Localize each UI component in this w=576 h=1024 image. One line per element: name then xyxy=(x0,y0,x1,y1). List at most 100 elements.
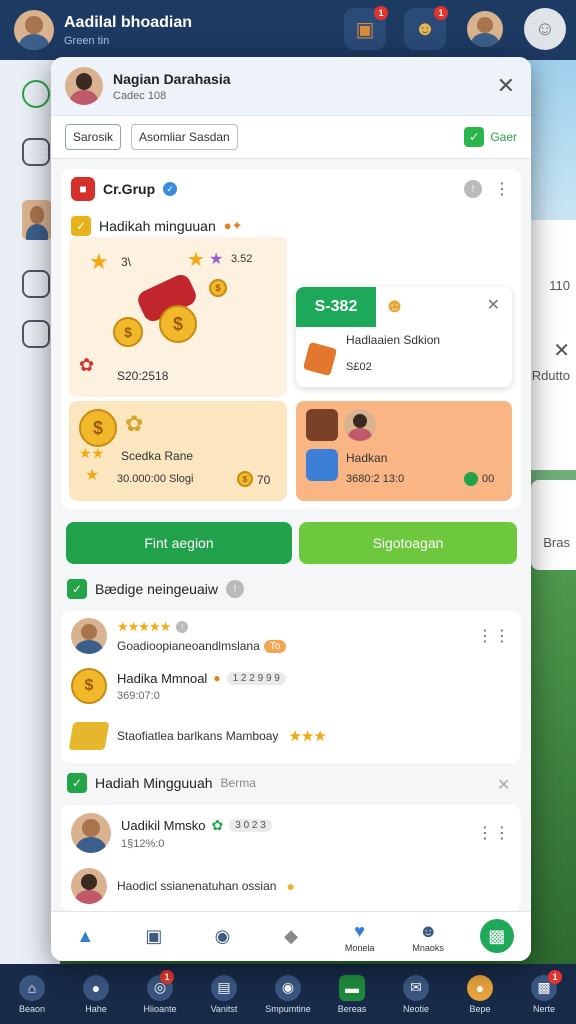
top-bar: Aadilal bhoadian Green tin ▣ 1 ☻ 1 ☺ xyxy=(0,0,576,60)
chest-button[interactable]: ▣ 1 xyxy=(344,6,388,50)
close-icon[interactable]: ✕ xyxy=(553,338,570,363)
friend-avatar-button[interactable] xyxy=(464,8,506,50)
coin-icon: $ xyxy=(113,317,143,347)
nav-item-4[interactable]: ◉ Smpumtine xyxy=(256,964,320,1024)
coin-icon: $ xyxy=(237,471,253,487)
right-label-2: Bras xyxy=(543,535,570,550)
section-2-card: ★★★★★ ! Goadioopianeoandlmslana To ⋮⋮ $ … xyxy=(61,611,521,763)
share-button[interactable]: Sigotoagan xyxy=(299,522,517,564)
list-item-text: Goadioopianeoandlmslana xyxy=(117,639,260,653)
list-item-text-row: Goadioopianeoandlmslana To xyxy=(117,639,287,653)
group-card: ■ Cr.Grup ✓ ! ⋮ ✓ Hadikah minguuan ●✦ ★ … xyxy=(61,169,521,509)
user-info: Aadilal bhoadian Green tin xyxy=(64,14,192,47)
nav-item-1[interactable]: ● Hahe xyxy=(64,964,128,1024)
reward-card-gold[interactable]: $ ✿ Scedka Rane ★★ ★ 30.000:00 Slogi $ 7… xyxy=(69,401,287,501)
ticket-icon: ▬ xyxy=(339,974,365,1001)
star-icon: ★ xyxy=(209,251,224,268)
nav-item-8[interactable]: ▩ Nerte 1 xyxy=(512,964,576,1024)
share-link[interactable]: ✓ Gaer xyxy=(464,127,517,147)
list-item-body: Uadikil Mmsko ✿ 3 0 2 3 1§12%:0 xyxy=(121,817,272,850)
filter-chip-1[interactable]: Sarosik xyxy=(65,124,122,150)
tab-1[interactable]: ▣ xyxy=(120,912,189,961)
nav-item-3[interactable]: ▤ Vanitst xyxy=(192,964,256,1024)
close-icon[interactable]: ✕ xyxy=(487,295,500,315)
modal-user-name: Nagian Darahasia xyxy=(113,70,231,87)
reward-big-mid: 3\ xyxy=(121,255,132,269)
notification-badge: 1 xyxy=(548,970,562,984)
share-link-label: Gaer xyxy=(490,130,517,144)
tab-2[interactable]: ◉ xyxy=(188,912,257,961)
bow-icon: ✿ xyxy=(79,355,95,375)
tab-5[interactable]: ☻ Mnaoks xyxy=(394,912,463,961)
reward-big-topright: 3.52 xyxy=(231,253,253,265)
list-item-pill: 1 2 2 9 9 9 xyxy=(226,671,286,685)
list-item-body: Hadika Mmnoal ● 1 2 2 9 9 9 369:07:0 xyxy=(117,671,286,702)
close-icon[interactable]: ✕ xyxy=(497,73,515,99)
modal-tab-bar: ▲ ▣ ◉ ◆ ♥ Monela ☻ Mnaoks ▩ xyxy=(51,911,531,961)
list-item[interactable]: Staofiatlea barlkans Mamboay ★★★ xyxy=(61,711,521,761)
tab-4[interactable]: ♥ Monela xyxy=(325,912,394,961)
nav-item-5[interactable]: ▬ Bereas xyxy=(320,964,384,1024)
info-icon[interactable]: ! xyxy=(464,180,482,198)
section-3-sub: Berma xyxy=(220,776,256,790)
clover-icon: ✿ xyxy=(125,411,144,436)
list-item-body: ★★★★★ ! Goadioopianeoandlmslana To xyxy=(117,619,287,653)
list-item[interactable]: $ Hadika Mmnoal ● 1 2 2 9 9 9 369:07:0 xyxy=(61,661,521,711)
star-icon: ★ xyxy=(89,249,109,274)
flame-icon: ● xyxy=(213,671,221,685)
reward-gold-coin: 70 xyxy=(257,473,271,487)
reward-white-title: Hadlaaien Sdkion xyxy=(346,333,441,347)
nav-item-7[interactable]: ● Bepe xyxy=(448,964,512,1024)
tab-6[interactable]: ▩ xyxy=(462,912,531,961)
rating-row: ★★★★★ ! xyxy=(117,619,286,635)
nav-item-6[interactable]: ✉ Neotie xyxy=(384,964,448,1024)
avatar xyxy=(71,813,111,853)
filter-chip-2[interactable]: Asomliar Sasdan xyxy=(131,124,238,150)
info-icon[interactable]: ! xyxy=(225,580,244,598)
check-circle-icon[interactable] xyxy=(22,80,50,108)
tab-0[interactable]: ▲ xyxy=(51,912,120,961)
tab-3[interactable]: ◆ xyxy=(257,912,326,961)
claim-button[interactable]: Fint aegion xyxy=(66,522,292,564)
list-item-sub: 1§12%:0 xyxy=(121,837,165,850)
home-icon[interactable] xyxy=(22,270,50,298)
user-status: Green tin xyxy=(64,34,110,47)
list-item[interactable]: Uadikil Mmsko ✿ 3 0 2 3 1§12%:0 ⋮⋮ xyxy=(61,805,521,861)
reward-white-sub: S£02 xyxy=(346,361,372,373)
side-avatar[interactable] xyxy=(22,200,52,240)
background-right-card: Bras xyxy=(531,480,576,570)
star-icon: ★ xyxy=(85,467,100,484)
top-icons: ▣ 1 ☻ 1 ☺ xyxy=(344,6,566,50)
more-icon[interactable]: ⋮ xyxy=(494,179,511,199)
chat-icon: ◉ xyxy=(275,974,301,1001)
nav-item-0[interactable]: ⌂ Beaon xyxy=(0,964,64,1024)
list-item-title-row: Uadikil Mmsko ✿ 3 0 2 3 xyxy=(121,817,272,834)
close-icon[interactable]: ✕ xyxy=(497,775,510,795)
mascot-button[interactable]: ☻ 1 xyxy=(404,6,448,50)
list-item[interactable]: Haodicl ssianenatuhan ossian ● xyxy=(61,861,521,911)
user-avatar[interactable] xyxy=(14,10,54,50)
list-item[interactable]: ★★★★★ ! Goadioopianeoandlmslana To ⋮⋮ xyxy=(61,611,521,661)
reward-card-big[interactable]: ★ 3\ ★ ★ 3.52 $ $ $ ✿ S20:2518 xyxy=(69,237,287,397)
gear-icon[interactable] xyxy=(22,138,50,166)
bottom-nav: ⌂ Beaon ● Hahe ◎ Hiioante 1 ▤ Vanitst ◉ Smpumt… xyxy=(0,964,576,1024)
right-value: 110 xyxy=(549,278,570,293)
notification-badge: 1 xyxy=(160,970,174,984)
reward-card-white[interactable]: S-382 ☻ ✕ Hadlaaien Sdkion S£02 xyxy=(296,287,512,387)
list-item-text: Haodicl ssianenatuhan ossian xyxy=(117,879,277,893)
section-3-header: ✓ Hadiah Mingguuah Berma xyxy=(67,773,256,793)
box-icon[interactable] xyxy=(22,320,50,348)
nav-item-2[interactable]: ◎ Hiioante 1 xyxy=(128,964,192,1024)
modal-avatar xyxy=(65,67,103,105)
friend-avatar xyxy=(467,11,503,47)
modal-toolbar: Sarosik Asomliar Sasdan ✓ Gaer xyxy=(51,115,531,159)
reward-orange-title: Hadkan xyxy=(346,451,388,465)
section-3-card: Uadikil Mmsko ✿ 3 0 2 3 1§12%:0 ⋮⋮ Haodi… xyxy=(61,805,521,911)
right-label: Rdutto xyxy=(531,368,570,383)
grid-more-icon[interactable]: ⋮⋮ xyxy=(477,823,511,843)
emoji-button[interactable]: ☺ xyxy=(524,8,566,50)
sprout-icon: ✿ xyxy=(211,816,224,833)
grid-more-icon[interactable]: ⋮⋮ xyxy=(477,626,511,646)
cake-icon xyxy=(302,341,338,377)
reward-card-orange[interactable]: Hadkan 3680:2 13:0 00 xyxy=(296,401,512,501)
